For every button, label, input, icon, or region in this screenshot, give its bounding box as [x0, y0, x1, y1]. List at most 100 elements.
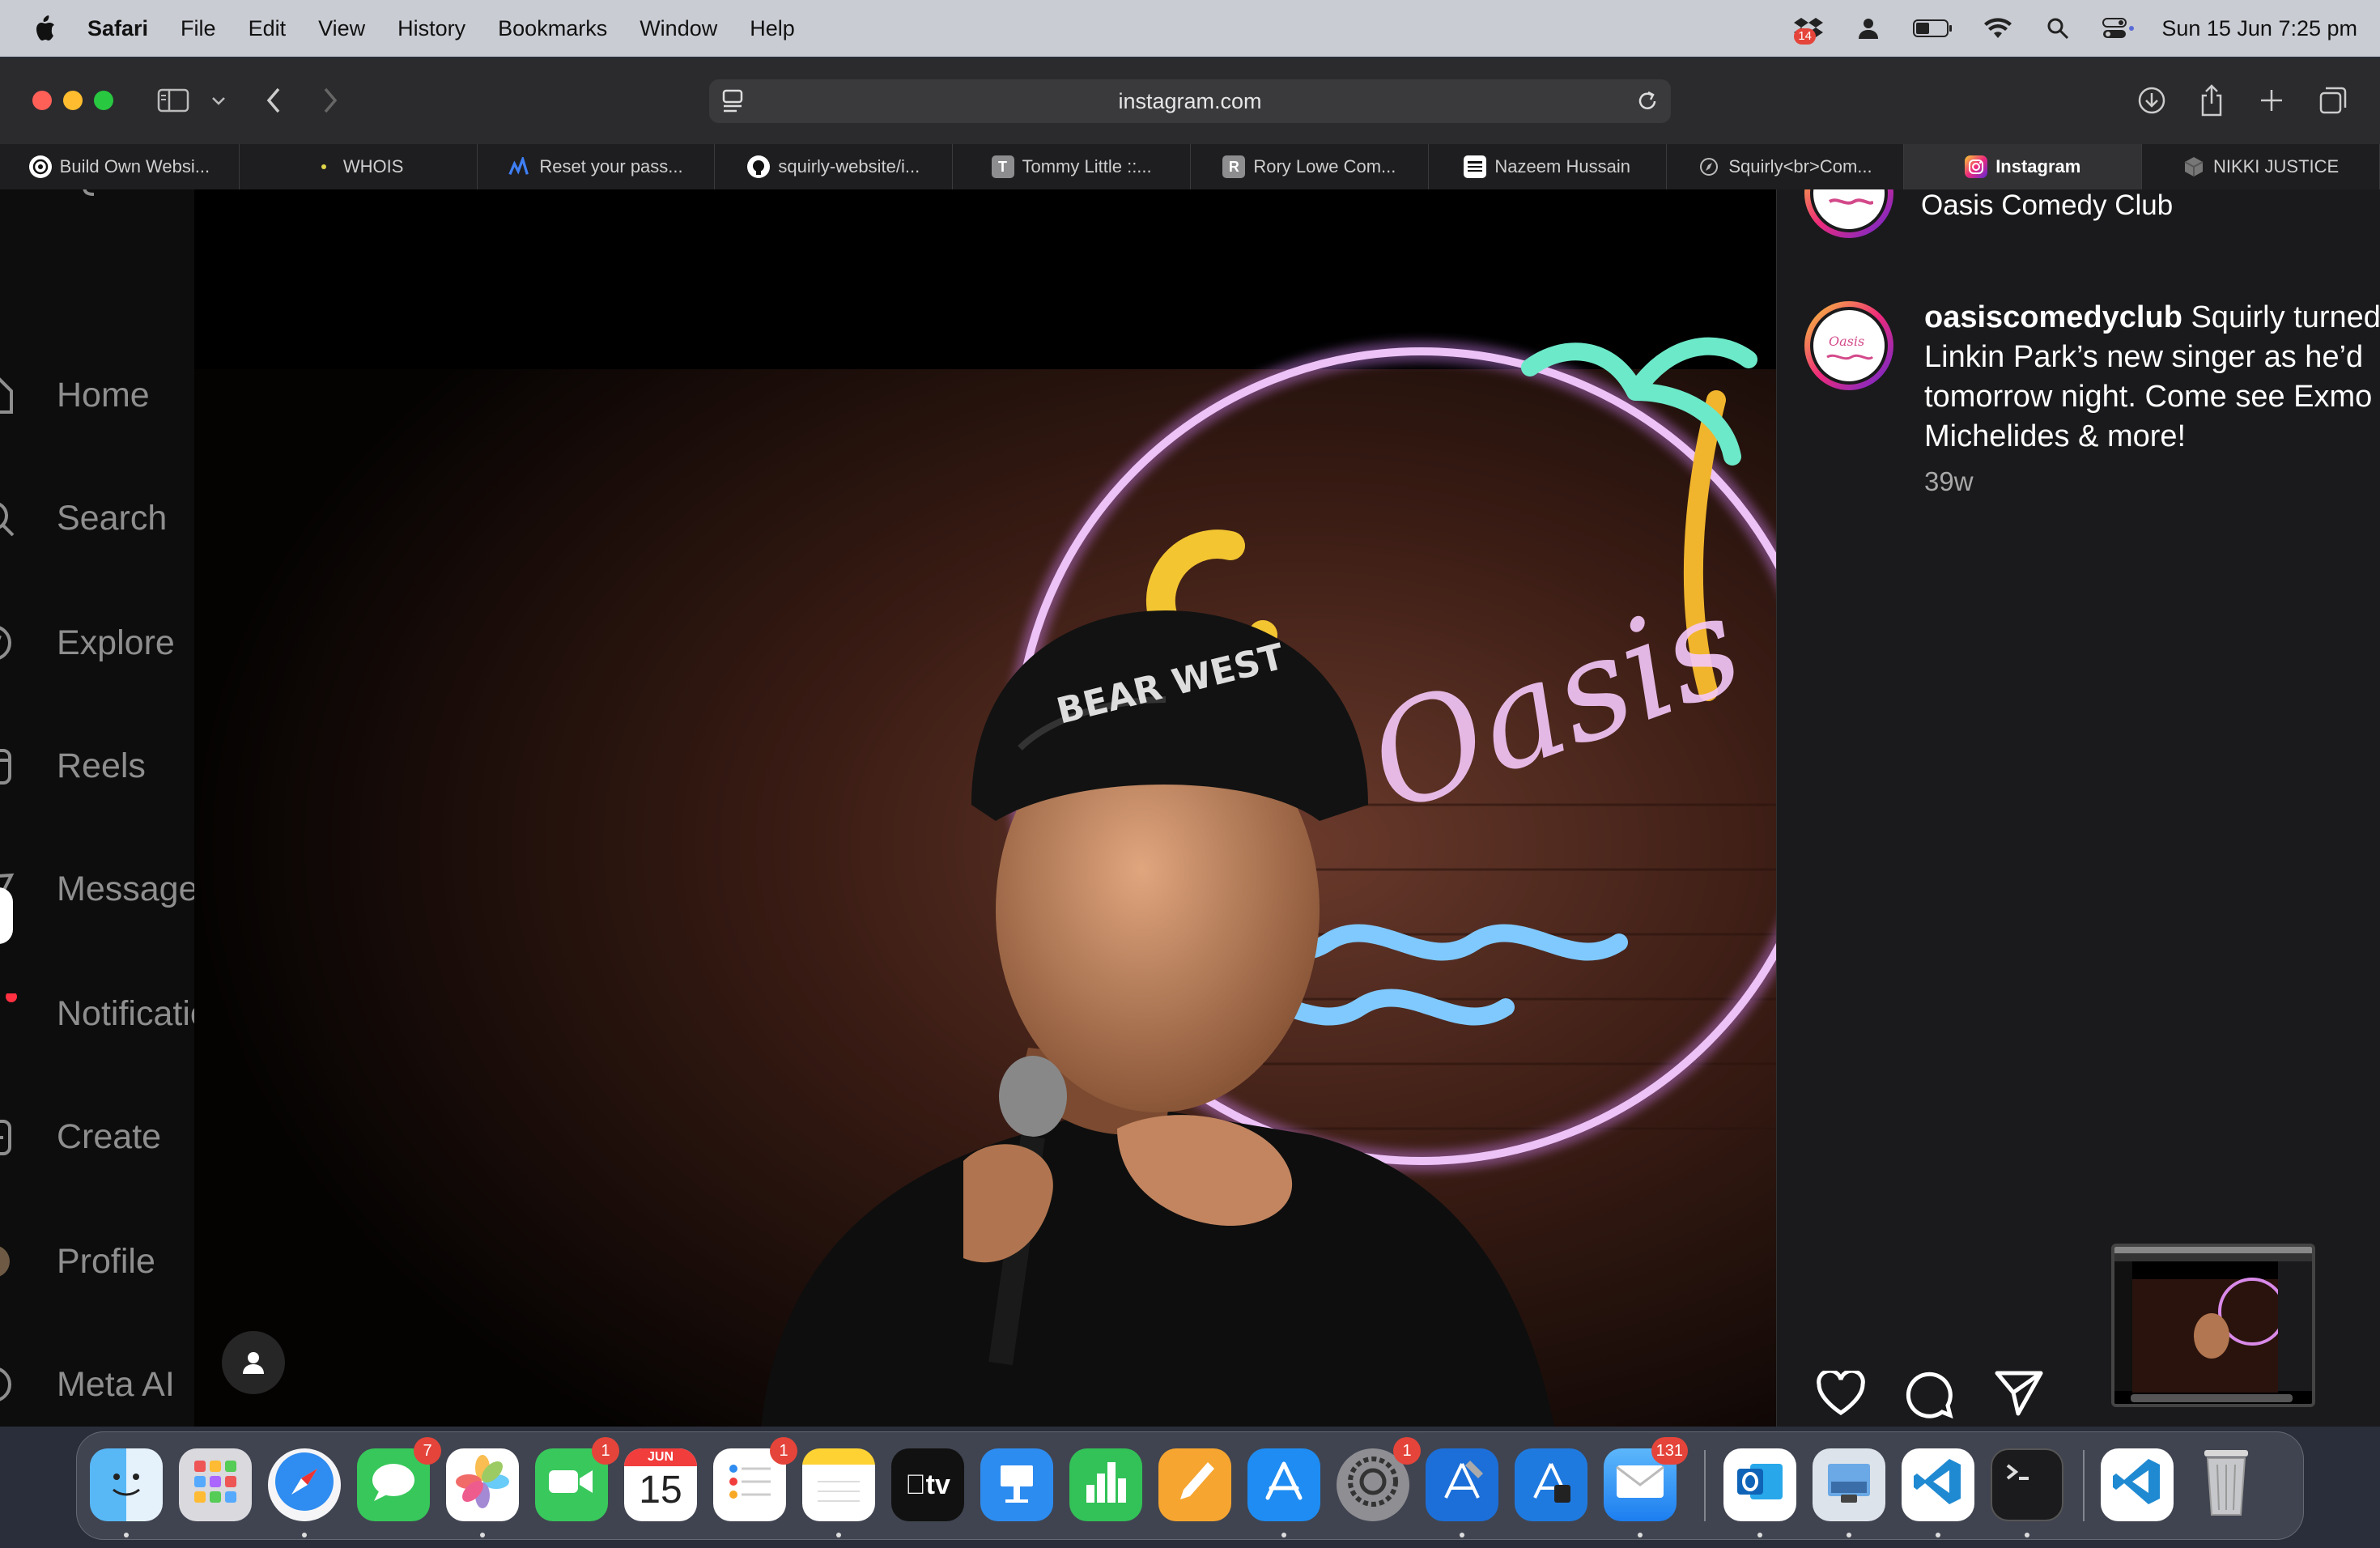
nav-explore[interactable]: Explore [0, 619, 194, 667]
dock-vscode-document[interactable] [2101, 1448, 2174, 1521]
dock-calendar[interactable]: JUN 15 [624, 1448, 697, 1521]
tab-reset-password[interactable]: Reset your pass... [478, 144, 716, 189]
close-window-button[interactable] [32, 91, 52, 110]
tab-whois[interactable]: WHOIS [240, 144, 478, 189]
menu-history[interactable]: History [397, 16, 465, 41]
user-status-icon[interactable] [1852, 12, 1885, 45]
spotlight-icon[interactable] [2042, 12, 2074, 45]
address-bar[interactable]: instagram.com [709, 79, 1671, 123]
dock-xcode[interactable] [1426, 1448, 1498, 1521]
tab-nikki-justice[interactable]: NIKKI JUSTICE [2142, 144, 2380, 189]
dock: 7 1 JUN 15 1 tv 1 131 [76, 1431, 2304, 1540]
post-photo[interactable]: Oasis Comedy BEAR WEST [194, 189, 1776, 1427]
control-center-icon[interactable] [2102, 12, 2135, 45]
dock-messages[interactable]: 7 [357, 1437, 441, 1521]
notes-icon [814, 1457, 863, 1512]
nav-reels[interactable]: Reels [0, 742, 194, 790]
dock-tv[interactable]: tv [891, 1448, 964, 1521]
dropbox-status-icon[interactable]: 14 [1792, 12, 1825, 45]
menu-view[interactable]: View [318, 16, 365, 41]
forward-button-icon[interactable] [312, 83, 348, 118]
wifi-icon[interactable] [1982, 12, 2014, 45]
apple-menu-icon[interactable] [31, 12, 58, 45]
new-tab-icon[interactable] [2254, 83, 2289, 118]
mail-icon [1615, 1464, 1665, 1506]
dock-terminal[interactable] [1991, 1448, 2063, 1521]
post-caption: oasiscomedyclub Squirly turned Linkin Pa… [1924, 298, 2380, 457]
dock-mail[interactable]: 131 [1604, 1437, 1688, 1521]
dock-pages[interactable] [1158, 1448, 1231, 1521]
post-author-avatar[interactable] [1804, 189, 1893, 238]
nav-messages[interactable]: Messages [0, 865, 194, 913]
tab-tommy-little[interactable]: T Tommy Little ::... [953, 144, 1191, 189]
reload-icon[interactable] [1635, 88, 1660, 120]
running-indicator [302, 1533, 307, 1537]
dock-trash[interactable] [2190, 1448, 2263, 1521]
minimize-window-button[interactable] [63, 91, 83, 110]
zoom-window-button[interactable] [94, 91, 113, 110]
dock-vscode[interactable] [1902, 1448, 1974, 1521]
comment-button[interactable] [1903, 1368, 1957, 1422]
dock-keynote[interactable] [980, 1448, 1053, 1521]
tab-build-own-website[interactable]: Build Own Websi... [0, 144, 240, 189]
menu-file[interactable]: File [181, 16, 216, 41]
dock-preview[interactable] [1813, 1448, 1885, 1521]
url-text[interactable]: instagram.com [1118, 89, 1261, 114]
tab-overview-icon[interactable] [2315, 83, 2351, 118]
dock-reminders[interactable]: 1 [713, 1437, 797, 1521]
share-icon[interactable] [2194, 83, 2229, 118]
reels-icon [0, 746, 18, 786]
reminders-badge: 1 [770, 1437, 797, 1465]
tab-instagram[interactable]: Instagram [1904, 144, 2143, 189]
dock-launchpad[interactable] [179, 1448, 252, 1521]
tab-label: Squirly<br>Com... [1728, 156, 1872, 176]
tab-rory-lowe[interactable]: R Rory Lowe Com... [1191, 144, 1429, 189]
like-button[interactable] [1814, 1368, 1868, 1422]
scroll-handle[interactable] [0, 887, 13, 944]
dock-facetime[interactable]: 1 [535, 1437, 619, 1521]
tab-squirly-website[interactable]: squirly-website/i... [715, 144, 954, 189]
letter-t-icon: T [991, 155, 1014, 178]
post-timestamp[interactable]: 39w [1924, 466, 1974, 497]
dock-numbers[interactable] [1069, 1448, 1142, 1521]
mail-badge: 131 [1651, 1437, 1688, 1465]
menu-bookmarks[interactable]: Bookmarks [498, 16, 607, 41]
dock-photos[interactable] [446, 1448, 519, 1521]
dock-system-settings[interactable]: 1 [1337, 1437, 1421, 1521]
menu-window[interactable]: Window [640, 16, 717, 41]
dock-safari[interactable] [268, 1448, 341, 1521]
dock-separator [2083, 1450, 2085, 1521]
downloads-icon[interactable] [2134, 83, 2170, 118]
tagged-users-button[interactable] [222, 1331, 285, 1394]
page-menu-icon[interactable] [720, 88, 745, 120]
nav-profile[interactable]: Profile [0, 1237, 194, 1286]
dock-notes[interactable] [802, 1448, 875, 1521]
menu-edit[interactable]: Edit [249, 16, 287, 41]
nav-create[interactable]: Create [0, 1112, 194, 1161]
battery-icon[interactable] [1912, 12, 1954, 45]
menu-help[interactable]: Help [750, 16, 795, 41]
post-detail-panel: Oasis Comedy Club Oasis oasiscomedyclub … [1776, 189, 2380, 1427]
tab-nazeem-hussain[interactable]: Nazeem Hussain [1429, 144, 1667, 189]
tab-squirly-comedy[interactable]: Squirly<br>Com... [1667, 144, 1905, 189]
nav-meta-ai[interactable]: Meta AI [0, 1360, 194, 1409]
tab-group-chevron-icon[interactable] [202, 83, 235, 118]
back-button-icon[interactable] [256, 83, 291, 118]
dock-simulator[interactable] [1515, 1448, 1587, 1521]
sidebar-toggle-icon[interactable] [155, 83, 191, 118]
nav-home[interactable]: Home [0, 371, 194, 419]
dock-app-store[interactable] [1247, 1448, 1320, 1521]
post-author-name[interactable]: Oasis Comedy Club [1921, 189, 2173, 222]
dock-finder[interactable] [90, 1448, 163, 1521]
cube-icon [2182, 155, 2205, 178]
menu-app-name[interactable]: Safari [87, 16, 148, 41]
comment-author-avatar[interactable]: Oasis [1804, 301, 1893, 390]
screenshot-thumbnail[interactable] [2111, 1244, 2315, 1407]
nav-notifications[interactable]: Notifications [0, 989, 194, 1038]
dock-outlook[interactable] [1723, 1448, 1796, 1521]
caption-username[interactable]: oasiscomedyclub [1924, 300, 2182, 334]
home-icon [0, 375, 18, 415]
menubar-clock[interactable]: Sun 15 Jun 7:25 pm [2161, 16, 2357, 41]
nav-search[interactable]: Search [0, 494, 194, 542]
share-button[interactable] [1992, 1368, 2046, 1422]
